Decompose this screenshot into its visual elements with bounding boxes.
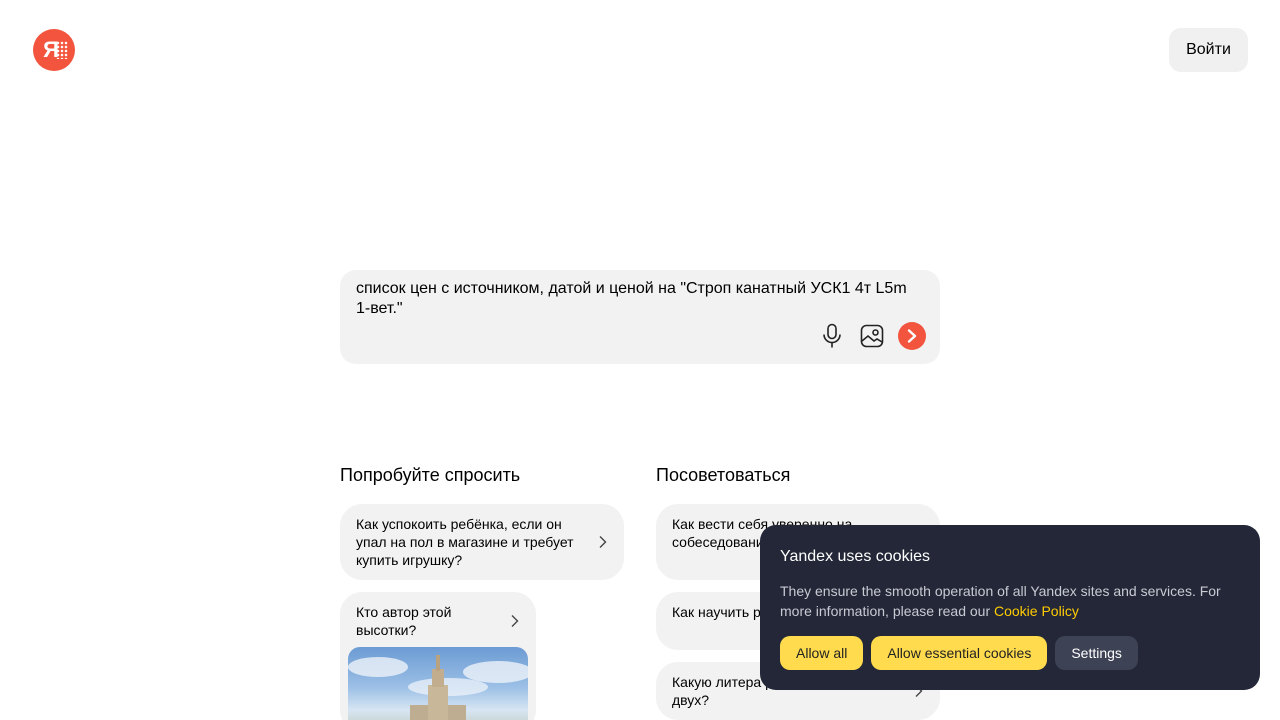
logo-dots-icon [56,41,68,59]
microphone-icon[interactable] [818,322,846,350]
suggestion-card[interactable]: Как успокоить ребёнка, если он упал на п… [340,504,624,580]
send-arrow-icon[interactable] [898,322,926,350]
search-box[interactable]: список цен с источником, датой и ценой н… [340,270,940,364]
skyscraper-image [348,647,528,720]
cookie-buttons: Allow all Allow essential cookies Settin… [780,636,1138,670]
allow-essential-button[interactable]: Allow essential cookies [871,636,1048,670]
search-input[interactable]: список цен с источником, датой и ценой н… [356,279,916,319]
cookie-settings-button[interactable]: Settings [1055,636,1138,670]
try-ask-title: Попробуйте спросить [340,465,521,485]
yandex-logo-icon[interactable]: Я [33,29,75,71]
chevron-right-icon [599,536,607,548]
chevron-right-icon [511,615,519,627]
suggestion-card-image[interactable]: Кто автор этой высотки? [340,592,536,720]
advice-title: Посоветоваться [656,465,791,485]
cookie-text: They ensure the smooth operation of all … [780,581,1240,621]
page: Я Войти список цен с источником, датой и… [0,0,1280,720]
cookie-banner: Yandex uses cookies They ensure the smoo… [760,525,1260,690]
login-button[interactable]: Войти [1169,28,1248,72]
cookie-policy-link[interactable]: Cookie Policy [994,603,1079,619]
suggestion-text: Кто автор этой высотки? [356,604,452,638]
cookie-title: Yandex uses cookies [780,548,931,565]
allow-all-button[interactable]: Allow all [780,636,864,670]
search-actions [818,322,926,350]
image-search-icon[interactable] [858,322,886,350]
suggestion-text: Как успокоить ребёнка, если он упал на п… [356,516,574,568]
